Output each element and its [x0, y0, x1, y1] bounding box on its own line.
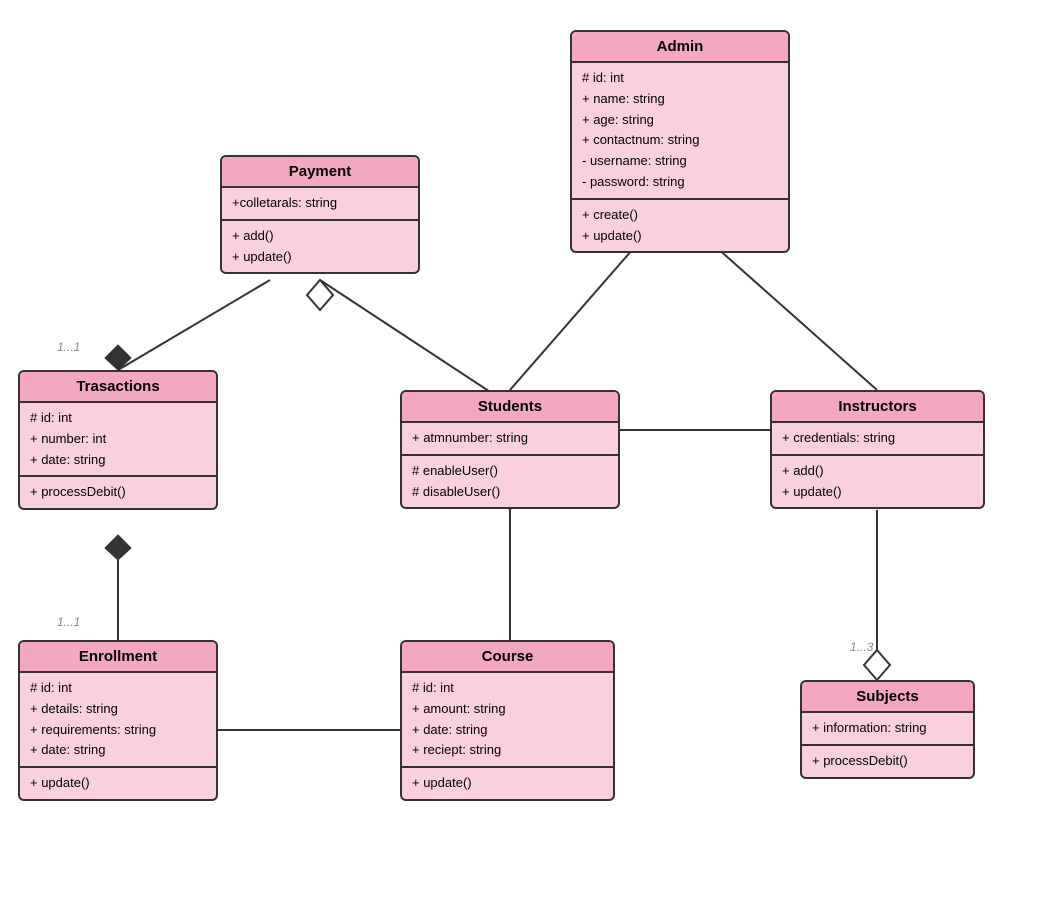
- students-header: Students: [402, 392, 618, 423]
- admin-class: Admin # id: int + name: string + age: st…: [570, 30, 790, 253]
- enrollment-header: Enrollment: [20, 642, 216, 673]
- multiplicity-transactions-payment: 1...1: [57, 340, 80, 354]
- instructors-header: Instructors: [772, 392, 983, 423]
- enrollment-attributes: # id: int + details: string + requiremen…: [20, 673, 216, 768]
- course-attributes: # id: int + amount: string + date: strin…: [402, 673, 613, 768]
- instructors-attributes: + credentials: string: [772, 423, 983, 456]
- course-header: Course: [402, 642, 613, 673]
- course-class: Course # id: int + amount: string + date…: [400, 640, 615, 801]
- payment-methods: + add() + update(): [222, 221, 418, 273]
- enrollment-methods: + update(): [20, 768, 216, 799]
- subjects-attributes: + information: string: [802, 713, 973, 746]
- subjects-header: Subjects: [802, 682, 973, 713]
- transactions-header: Trasactions: [20, 372, 216, 403]
- payment-class: Payment +colletarals: string + add() + u…: [220, 155, 420, 274]
- students-class: Students + atmnumber: string # enableUse…: [400, 390, 620, 509]
- payment-header: Payment: [222, 157, 418, 188]
- course-methods: + update(): [402, 768, 613, 799]
- uml-diagram: Admin # id: int + name: string + age: st…: [0, 0, 1041, 900]
- transactions-methods: + processDebit(): [20, 477, 216, 508]
- transactions-class: Trasactions # id: int + number: int + da…: [18, 370, 218, 510]
- admin-header: Admin: [572, 32, 788, 63]
- multiplicity-instructors-subjects: 1...3: [850, 640, 873, 654]
- subjects-methods: + processDebit(): [802, 746, 973, 777]
- instructors-methods: + add() + update(): [772, 456, 983, 508]
- students-attributes: + atmnumber: string: [402, 423, 618, 456]
- multiplicity-transactions-enrollment: 1...1: [57, 615, 80, 629]
- students-methods: # enableUser() # disableUser(): [402, 456, 618, 508]
- admin-attributes: # id: int + name: string + age: string +…: [572, 63, 788, 200]
- transactions-attributes: # id: int + number: int + date: string: [20, 403, 216, 477]
- payment-attributes: +colletarals: string: [222, 188, 418, 221]
- admin-methods: + create() + update(): [572, 200, 788, 252]
- enrollment-class: Enrollment # id: int + details: string +…: [18, 640, 218, 801]
- instructors-class: Instructors + credentials: string + add(…: [770, 390, 985, 509]
- subjects-class: Subjects + information: string + process…: [800, 680, 975, 779]
